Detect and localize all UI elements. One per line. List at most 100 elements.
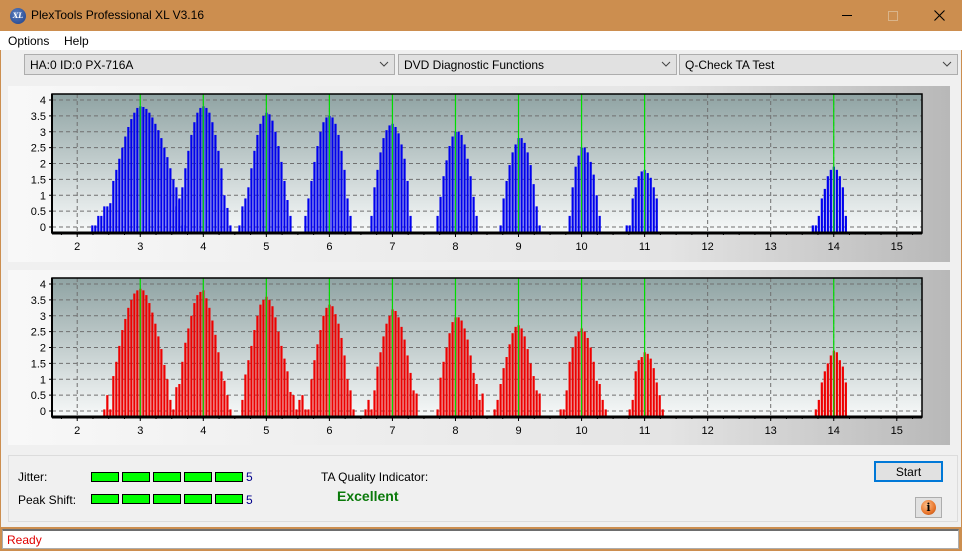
ta-quality-value: Excellent (337, 488, 399, 504)
maximize-icon (888, 10, 898, 21)
histogram-bar (118, 158, 121, 233)
histogram-bar (142, 290, 145, 417)
x-tick-label: 9 (515, 425, 521, 437)
histogram-bar (505, 180, 508, 233)
histogram-bar (841, 366, 844, 417)
histogram-bar (463, 328, 466, 417)
histogram-bar (259, 123, 262, 233)
x-tick-label: 3 (137, 425, 143, 437)
histogram-bar (151, 117, 154, 233)
histogram-bar (253, 330, 256, 417)
test-select[interactable]: Q-Check TA Test (679, 54, 958, 75)
bottom-chart-panel: 0 0.5 1 1.5 2 2.5 3 3.5 4 2 3 4 5 6 7 8 9 10 11 12 13 14 15 (8, 270, 950, 445)
histogram-bar (247, 360, 250, 417)
histogram-bar (241, 399, 244, 417)
menu-help[interactable]: Help (64, 34, 89, 48)
histogram-bar (115, 361, 118, 417)
histogram-bar (652, 368, 655, 417)
histogram-bar (178, 198, 181, 233)
x-tick-label: 12 (702, 241, 714, 253)
histogram-bar (463, 144, 466, 233)
histogram-bar (190, 134, 193, 233)
histogram-bar (109, 203, 112, 233)
histogram-bar (844, 382, 847, 417)
histogram-bar (571, 187, 574, 233)
histogram-bar (502, 368, 505, 417)
x-tick-label: 4 (200, 425, 206, 437)
histogram-bar (166, 379, 169, 417)
histogram-bar (199, 291, 202, 417)
histogram-bar (592, 361, 595, 417)
maximize-button[interactable] (870, 0, 916, 31)
histogram-bar (640, 357, 643, 417)
peak-shift-label: Peak Shift: (18, 493, 77, 507)
meter-segment (184, 494, 212, 504)
histogram-bar (343, 169, 346, 233)
histogram-bar (124, 136, 127, 233)
start-button[interactable]: Start (874, 461, 943, 482)
y-tick-label: 1 (40, 374, 46, 386)
menu-options[interactable]: Options (8, 34, 49, 48)
histogram-bar (523, 336, 526, 417)
histogram-bar (631, 399, 634, 417)
histogram-bar (475, 384, 478, 417)
histogram-bar (397, 133, 400, 233)
histogram-bar (472, 372, 475, 417)
histogram-bar (376, 169, 379, 233)
info-button[interactable]: i (915, 497, 942, 518)
histogram-bar (508, 165, 511, 233)
histogram-bar (595, 380, 598, 417)
jitter-label: Jitter: (18, 470, 48, 484)
histogram-bar (187, 328, 190, 417)
histogram-bar (514, 144, 517, 233)
close-button[interactable] (916, 0, 962, 31)
histogram-bar (193, 303, 196, 417)
histogram-bar (205, 107, 208, 233)
histogram-bar (316, 146, 319, 233)
function-select[interactable]: DVD Diagnostic Functions (398, 54, 677, 75)
histogram-bar (382, 336, 385, 417)
histogram-bar (460, 134, 463, 233)
y-tick-label: 2.5 (31, 143, 46, 155)
top-ta-chart: 0 0.5 1 1.5 2 2.5 3 3.5 4 2 3 4 5 6 7 8 9 10 11 12 13 14 15 (31, 93, 923, 253)
histogram-bar (349, 390, 352, 417)
histogram-bar (460, 320, 463, 417)
peak-shift-value: 5 (246, 493, 253, 507)
histogram-bar (373, 187, 376, 233)
x-tick-label: 12 (702, 425, 714, 437)
histogram-bar (412, 390, 415, 417)
title-bar[interactable]: XL PlexTools Professional XL V3.16 (0, 0, 962, 31)
meter-segment (91, 472, 119, 482)
histogram-bar (439, 196, 442, 233)
histogram-bar (187, 150, 190, 233)
drive-select-value: HA:0 ID:0 PX-716A (30, 58, 134, 72)
x-tick-label: 5 (263, 425, 269, 437)
histogram-bar (337, 134, 340, 233)
histogram-bar (649, 358, 652, 417)
histogram-bar (100, 215, 103, 233)
histogram-bar (127, 126, 130, 233)
histogram-bar (244, 374, 247, 417)
histogram-bar (157, 130, 160, 233)
histogram-bar (376, 366, 379, 417)
y-tick-label: 0 (40, 406, 46, 418)
histogram-bar (130, 299, 133, 417)
y-tick-label: 1.5 (31, 174, 46, 186)
histogram-bar (184, 342, 187, 417)
window-title: PlexTools Professional XL V3.16 (31, 8, 204, 22)
histogram-bar (226, 395, 229, 417)
histogram-bar (145, 108, 148, 233)
histogram-bar (145, 295, 148, 417)
histogram-bar (583, 331, 586, 417)
histogram-bar (520, 328, 523, 417)
histogram-bar (469, 176, 472, 233)
histogram-bar (346, 198, 349, 233)
meter-segment (215, 494, 243, 504)
histogram-bar (301, 395, 304, 417)
histogram-bar (163, 147, 166, 233)
drive-select[interactable]: HA:0 ID:0 PX-716A (24, 54, 395, 75)
function-select-value: DVD Diagnostic Functions (404, 58, 545, 72)
histogram-bar (394, 126, 397, 233)
histogram-bar (574, 166, 577, 233)
minimize-button[interactable] (824, 0, 870, 31)
